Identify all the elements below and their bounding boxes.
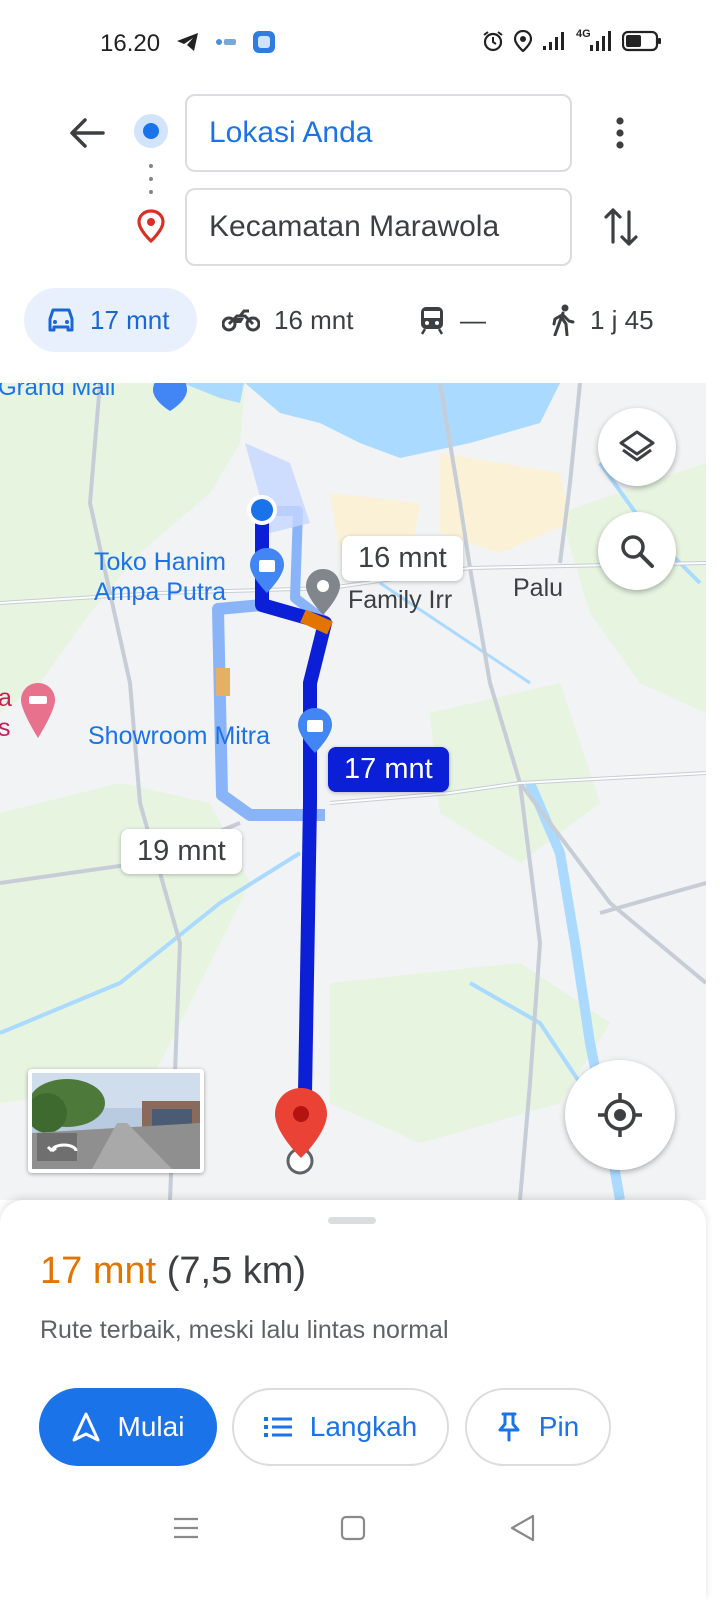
pin-button[interactable]: Pin [465, 1388, 611, 1466]
swap-vert-icon [604, 208, 638, 246]
telegram-icon [176, 31, 200, 53]
tab-motorcycle[interactable]: 16 mnt [222, 288, 354, 352]
arrow-back-icon [70, 118, 105, 148]
swap-locations-button[interactable] [596, 200, 646, 254]
menu-icon [174, 1517, 198, 1539]
system-nav-bar [0, 1490, 720, 1560]
app-square-icon [252, 30, 276, 54]
map-label-hotel-partial[interactable]: a s [0, 683, 12, 743]
tab-transit[interactable]: — [418, 288, 486, 352]
more-vert-icon [616, 117, 624, 149]
map-label-palu[interactable]: Palu [513, 573, 563, 603]
tab-walking-label: 1 j 45 [590, 304, 654, 335]
route-tag-alt-19[interactable]: 19 mnt [121, 829, 242, 874]
list-icon [263, 1417, 292, 1437]
nav-back-button[interactable] [502, 1508, 542, 1548]
status-bar: 16.20 4G [0, 0, 720, 88]
pushpin-icon [498, 1412, 520, 1442]
map-search-button[interactable] [598, 512, 676, 590]
steps-label: Langkah [309, 1411, 418, 1442]
route-description: Rute terbaik, meski lalu lintas normal [40, 1316, 449, 1344]
destination-pin-icon [134, 208, 168, 244]
pin-label: Pin [538, 1411, 580, 1442]
layers-button[interactable] [598, 408, 676, 486]
home-square-icon [340, 1515, 366, 1541]
alarm-icon [482, 30, 504, 52]
tab-transit-label: — [460, 304, 486, 335]
street-view-photo [32, 1073, 200, 1169]
nav-menu-button[interactable] [166, 1508, 206, 1548]
map-label-toko[interactable]: Toko Hanim Ampa Putra [94, 547, 226, 607]
signal-icon [542, 31, 566, 51]
app-icon [214, 35, 238, 49]
tab-driving[interactable]: 17 mnt [24, 288, 197, 352]
navigation-arrow-icon [72, 1412, 100, 1442]
tab-motorcycle-label: 16 mnt [274, 304, 354, 335]
my-location-button[interactable] [565, 1060, 675, 1170]
layers-icon [619, 430, 655, 462]
origin-field[interactable]: Lokasi Anda [185, 94, 572, 172]
location-icon [514, 30, 532, 52]
steps-button[interactable]: Langkah [232, 1388, 449, 1466]
travel-mode-tabs: 17 mnt 16 mnt — 1 j 45 [0, 288, 720, 354]
route-summary: 17 mnt (7,5 km) [40, 1250, 306, 1293]
nav-home-button[interactable] [333, 1508, 373, 1548]
route-tag-alt-16[interactable]: 16 mnt [342, 536, 463, 581]
route-connector-dots [149, 164, 153, 194]
map-label-showroom[interactable]: Showroom Mitra [88, 721, 270, 751]
search-icon [621, 535, 654, 568]
start-label: Mulai [117, 1411, 185, 1442]
walk-icon [552, 304, 575, 336]
tab-walking[interactable]: 1 j 45 [550, 288, 654, 352]
map-label-family[interactable]: Family Irr [348, 585, 452, 615]
route-tag-selected[interactable]: 17 mnt [328, 747, 449, 792]
more-options-button[interactable] [600, 108, 640, 158]
my-location-icon [598, 1093, 642, 1137]
route-distance: (7,5 km) [166, 1250, 307, 1292]
network-type-label: 4G [576, 28, 591, 40]
destination-field[interactable]: Kecamatan Marawola [185, 188, 572, 266]
start-navigation-button[interactable]: Mulai [39, 1388, 217, 1466]
tab-driving-label: 17 mnt [90, 304, 170, 335]
map-label-grand-mall[interactable]: Grand Mall [0, 383, 115, 403]
sheet-drag-handle[interactable] [328, 1217, 376, 1224]
train-icon [420, 307, 444, 335]
back-button[interactable] [62, 108, 112, 158]
battery-icon [622, 30, 662, 52]
route-duration: 17 mnt [40, 1250, 157, 1292]
street-view-thumbnail[interactable] [28, 1069, 204, 1173]
motorcycle-icon [222, 309, 260, 332]
back-triangle-icon [510, 1514, 535, 1542]
car-icon [48, 308, 74, 332]
origin-dot-icon [134, 114, 168, 148]
map-view[interactable]: Grand Mall Toko Hanim Ampa Putra Family … [0, 383, 706, 1200]
4g-signal-icon: 4G [576, 28, 612, 52]
status-time: 16.20 [100, 30, 161, 57]
